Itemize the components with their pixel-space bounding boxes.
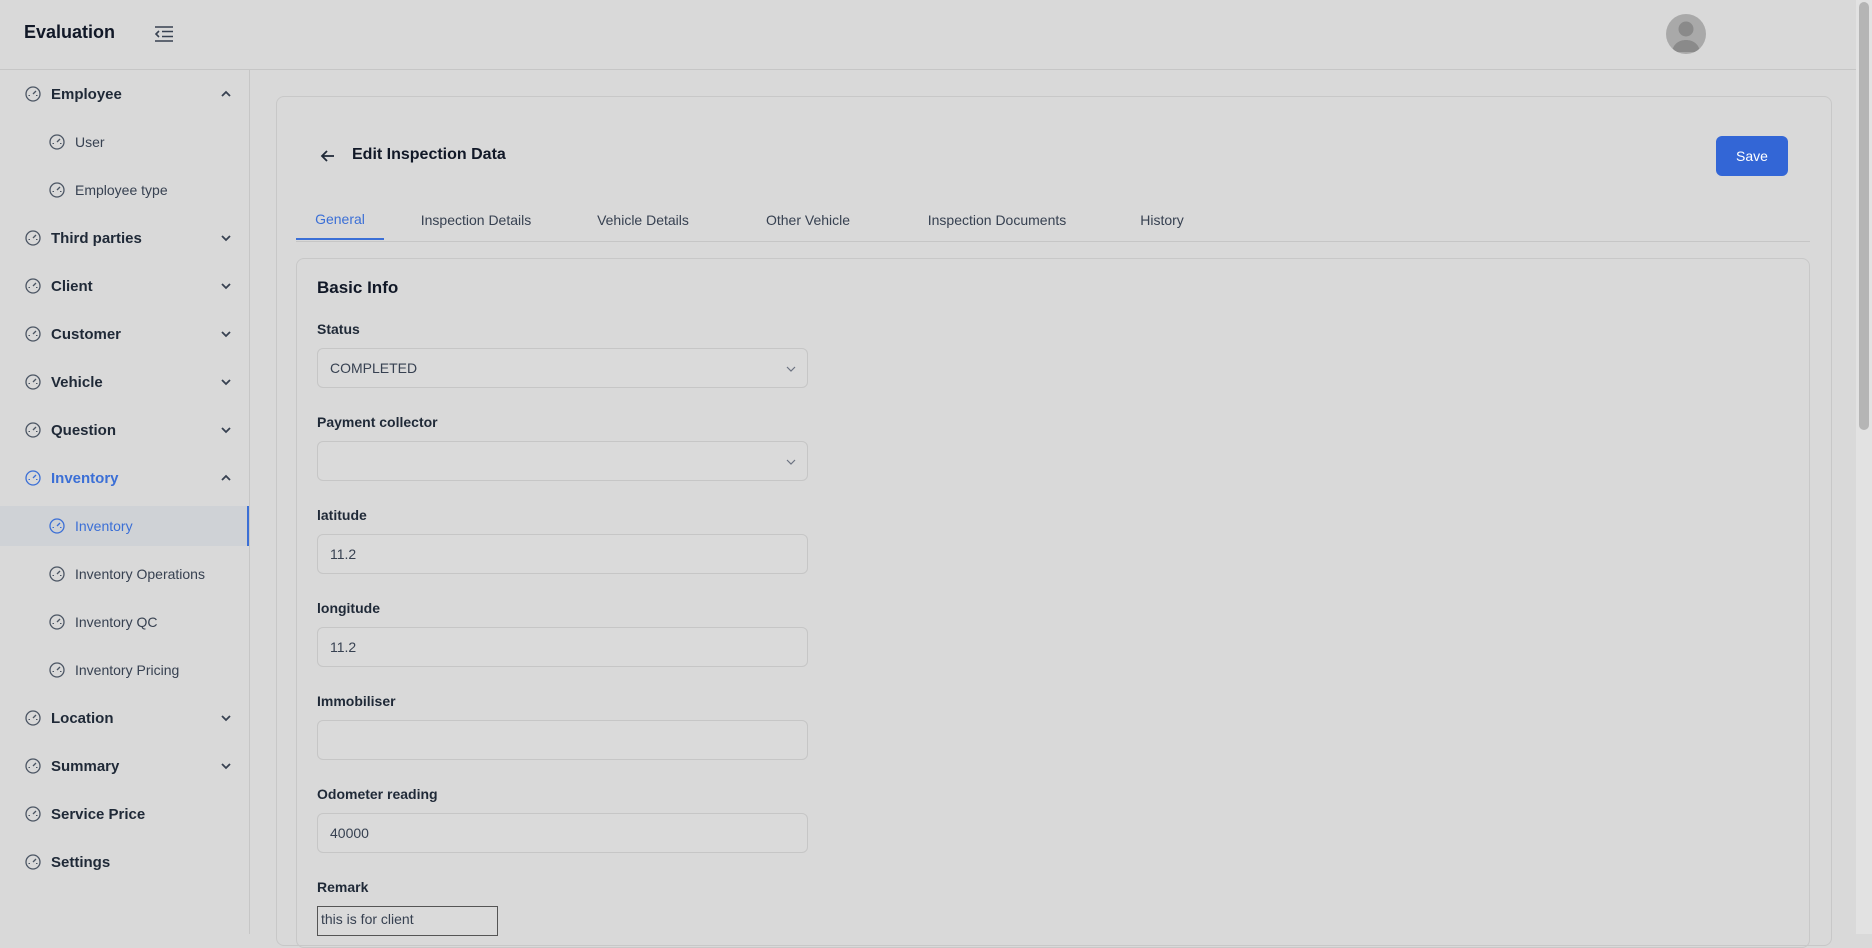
app-title: Evaluation (24, 22, 116, 42)
top-header: Evaluation (0, 0, 1856, 70)
sidebar-item-label: Inventory QC (75, 614, 158, 630)
sidebar-item-label: Summary (51, 757, 120, 775)
sidebar-item-label: Inventory (75, 518, 133, 534)
sidebar-item-question[interactable]: Question (0, 410, 249, 450)
dashboard-gauge-icon (25, 470, 41, 486)
sidebar: Employee User Employee type Third parties Cl… (0, 70, 250, 934)
sidebar-item-label: Inventory (51, 469, 119, 487)
sidebar-item-inventory[interactable]: Inventory (0, 458, 249, 498)
sidebar-item-label: Inventory Operations (75, 566, 205, 582)
dashboard-gauge-icon (49, 662, 65, 678)
menu-collapse-icon[interactable] (152, 22, 176, 46)
sidebar-item-label: Third parties (51, 229, 142, 247)
dashboard-gauge-icon (25, 806, 41, 822)
chevron-down-icon[interactable] (219, 711, 233, 725)
save-button[interactable]: Save (1716, 136, 1788, 176)
sidebar-item-label: Client (51, 277, 93, 295)
dashboard-gauge-icon (25, 710, 41, 726)
back-arrow-icon[interactable] (318, 146, 338, 166)
dashboard-gauge-icon (25, 422, 41, 438)
longitude-label: longitude (317, 600, 380, 616)
payment-collector-label: Payment collector (317, 414, 438, 430)
chevron-down-icon[interactable] (219, 759, 233, 773)
sidebar-item-service-price[interactable]: Service Price (0, 794, 249, 834)
sidebar-subitem-inventory-qc[interactable]: Inventory QC (0, 602, 249, 642)
sidebar-item-label: Employee type (75, 182, 168, 198)
chevron-down-icon[interactable] (219, 375, 233, 389)
remark-textarea[interactable]: this is for client (317, 906, 498, 936)
tab-inspection-documents[interactable]: Inspection Documents (922, 200, 1072, 240)
chevron-down-icon[interactable] (219, 231, 233, 245)
dashboard-gauge-icon (49, 518, 65, 534)
remark-label: Remark (317, 879, 369, 895)
tab-bar: General Inspection Details Vehicle Detai… (296, 200, 1810, 242)
sidebar-subitem-inventory-operations[interactable]: Inventory Operations (0, 554, 249, 594)
user-avatar[interactable] (1666, 14, 1706, 54)
status-select[interactable]: COMPLETED (317, 348, 808, 388)
sidebar-item-label: Customer (51, 325, 122, 343)
dashboard-gauge-icon (25, 278, 41, 294)
status-label: Status (317, 321, 360, 337)
dashboard-gauge-icon (49, 134, 65, 150)
latitude-label: latitude (317, 507, 367, 523)
sidebar-item-label: Vehicle (51, 373, 103, 391)
dashboard-gauge-icon (49, 566, 65, 582)
dashboard-gauge-icon (25, 230, 41, 246)
longitude-input[interactable]: 11.2 (317, 627, 808, 667)
sidebar-item-client[interactable]: Client (0, 266, 249, 306)
latitude-input[interactable]: 11.2 (317, 534, 808, 574)
chevron-down-icon[interactable] (219, 279, 233, 293)
sidebar-item-label: Employee (51, 85, 122, 103)
sidebar-item-label: Service Price (51, 805, 146, 823)
sidebar-item-label: Question (51, 421, 117, 439)
sidebar-item-customer[interactable]: Customer (0, 314, 249, 354)
tab-inspection-details[interactable]: Inspection Details (406, 200, 546, 240)
odometer-input[interactable]: 40000 (317, 813, 808, 853)
chevron-down-icon (786, 366, 796, 372)
payment-collector-select[interactable] (317, 441, 808, 481)
sidebar-subitem-employee-type[interactable]: Employee type (0, 170, 249, 210)
dashboard-gauge-icon (49, 182, 65, 198)
sidebar-item-summary[interactable]: Summary (0, 746, 249, 786)
page-title: Edit Inspection Data (352, 146, 506, 163)
sidebar-subitem-user[interactable]: User (0, 122, 249, 162)
page-scrollbar[interactable] (1856, 0, 1872, 934)
dashboard-gauge-icon (49, 614, 65, 630)
sidebar-item-third-parties[interactable]: Third parties (0, 218, 249, 258)
dashboard-gauge-icon (25, 86, 41, 102)
tab-history[interactable]: History (1132, 200, 1192, 240)
scrollbar-thumb[interactable] (1859, 2, 1869, 430)
sidebar-item-employee[interactable]: Employee (0, 74, 249, 114)
immobiliser-label: Immobiliser (317, 693, 396, 709)
sidebar-item-label: Location (51, 709, 114, 727)
sidebar-item-vehicle[interactable]: Vehicle (0, 362, 249, 402)
sidebar-item-label: Inventory Pricing (75, 662, 180, 678)
sidebar-item-label: Settings (51, 853, 111, 871)
sidebar-item-label: User (75, 134, 105, 150)
tab-general[interactable]: General (296, 200, 384, 240)
chevron-down-icon[interactable] (219, 327, 233, 341)
section-title: Basic Info (317, 278, 399, 297)
immobiliser-input[interactable] (317, 720, 808, 760)
chevron-down-icon[interactable] (219, 423, 233, 437)
avatar-icon (1672, 21, 1700, 52)
tab-vehicle-details[interactable]: Vehicle Details (580, 200, 706, 240)
odometer-label: Odometer reading (317, 786, 438, 802)
chevron-up-icon[interactable] (219, 87, 233, 101)
dashboard-gauge-icon (25, 758, 41, 774)
chevron-up-icon[interactable] (219, 471, 233, 485)
dashboard-gauge-icon (25, 326, 41, 342)
sidebar-item-location[interactable]: Location (0, 698, 249, 738)
dashboard-gauge-icon (25, 374, 41, 390)
tab-other-vehicle[interactable]: Other Vehicle (758, 200, 858, 240)
sidebar-item-settings[interactable]: Settings (0, 842, 249, 882)
chevron-down-icon (786, 459, 796, 465)
status-value: COMPLETED (330, 360, 418, 376)
dashboard-gauge-icon (25, 854, 41, 870)
sidebar-subitem-inventory-pricing[interactable]: Inventory Pricing (0, 650, 249, 690)
sidebar-subitem-inventory[interactable]: Inventory (0, 506, 249, 546)
